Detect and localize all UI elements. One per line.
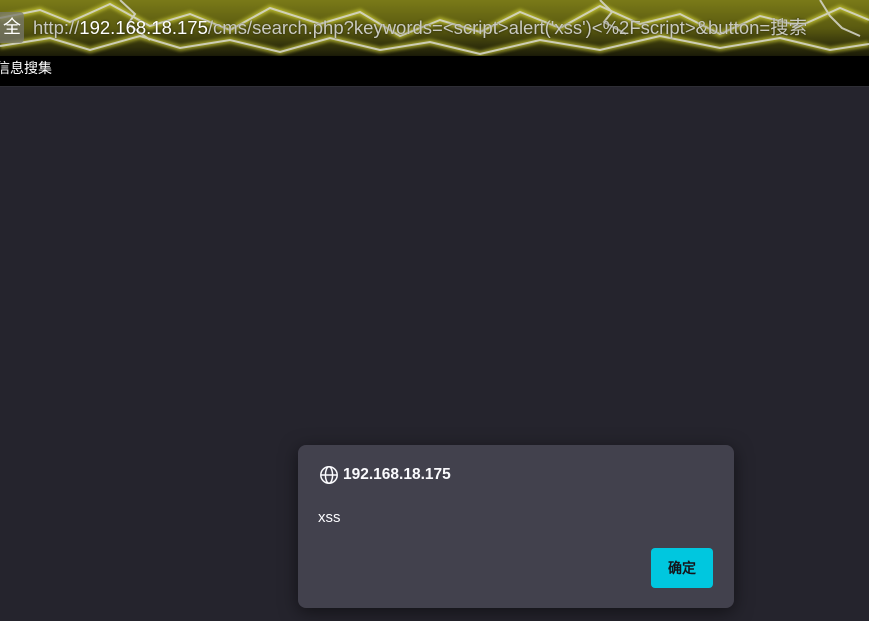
- dialog-origin: 192.168.18.175: [319, 465, 451, 485]
- globe-icon: [320, 466, 338, 484]
- dialog-message: xss: [318, 509, 341, 526]
- address-bar[interactable]: http://192.168.18.175/cms/search.php?key…: [33, 14, 807, 42]
- url-scheme: http://: [33, 17, 80, 38]
- bookmark-item-info-gathering[interactable]: 信息搜集: [0, 58, 52, 80]
- url-path: /cms/search.php?keywords=<script>alert('…: [207, 17, 808, 38]
- ok-button[interactable]: 确定: [651, 548, 713, 588]
- url-host: 192.168.18.175: [79, 17, 208, 38]
- browser-toolbar: 全 http://192.168.18.175/cms/search.php?k…: [0, 0, 869, 56]
- bookmarks-toolbar: 信息搜集: [0, 56, 869, 87]
- alert-dialog: 192.168.18.175 xss 确定: [298, 445, 734, 608]
- dialog-origin-text: 192.168.18.175: [343, 466, 451, 483]
- site-info-button[interactable]: 全: [0, 12, 24, 43]
